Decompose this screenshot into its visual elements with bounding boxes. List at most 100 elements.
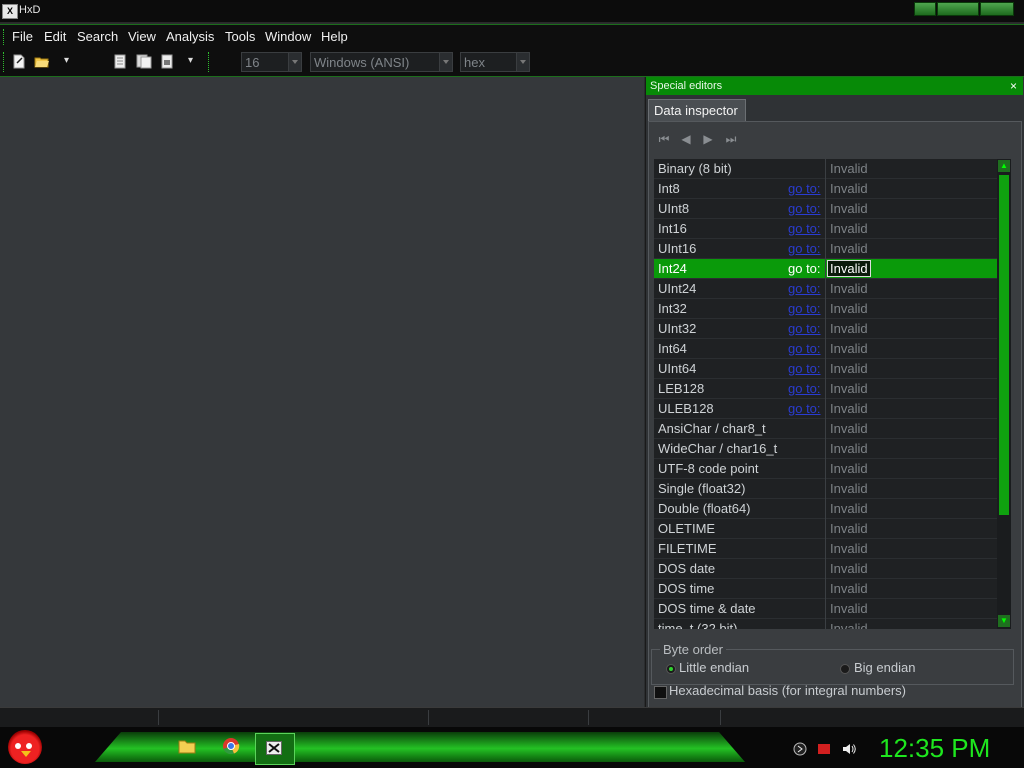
scroll-up-icon[interactable]: ▲ — [998, 160, 1010, 172]
row-value[interactable]: Invalid — [830, 281, 868, 296]
save-all-icon[interactable] — [136, 54, 152, 69]
goto-link[interactable]: go to: — [788, 381, 821, 396]
goto-link[interactable]: go to: — [788, 261, 821, 276]
open-file-icon[interactable] — [34, 54, 50, 69]
menu-view[interactable]: View — [128, 29, 156, 44]
close-icon[interactable]: × — [1010, 77, 1017, 95]
goto-link[interactable]: go to: — [788, 201, 821, 216]
row-value[interactable]: Invalid — [827, 260, 871, 277]
table-row[interactable]: Single (float32) Invalid — [654, 479, 997, 499]
charset-select[interactable]: Windows (ANSI) — [310, 52, 453, 72]
goto-link[interactable]: go to: — [788, 341, 821, 356]
chevron-down-icon[interactable] — [439, 53, 452, 71]
tools-dropdown-arrow[interactable]: ▾ — [188, 55, 193, 66]
little-endian-label[interactable]: Little endian — [679, 660, 749, 675]
row-value[interactable]: Invalid — [830, 541, 868, 556]
row-value[interactable]: Invalid — [830, 181, 868, 196]
save-icon[interactable] — [113, 54, 127, 69]
little-endian-radio[interactable] — [666, 664, 676, 674]
table-row[interactable]: Int64 go to: Invalid — [654, 339, 997, 359]
row-value[interactable]: Invalid — [830, 301, 868, 316]
menu-help[interactable]: Help — [321, 29, 348, 44]
row-value[interactable]: Invalid — [830, 241, 868, 256]
volume-icon[interactable] — [842, 742, 856, 756]
row-value[interactable]: Invalid — [830, 401, 868, 416]
table-row[interactable]: LEB128 go to: Invalid — [654, 379, 997, 399]
flag-icon[interactable] — [817, 742, 831, 756]
maximize-button[interactable] — [937, 2, 979, 16]
last-icon[interactable]: ⏭ — [723, 131, 739, 147]
hxd-app-icon[interactable]: X — [2, 4, 18, 19]
hxd-taskbar-button[interactable] — [255, 733, 295, 765]
row-value[interactable]: Invalid — [830, 601, 868, 616]
goto-link[interactable]: go to: — [788, 361, 821, 376]
table-row[interactable]: UInt64 go to: Invalid — [654, 359, 997, 379]
open-dropdown-arrow[interactable]: ▾ — [64, 55, 69, 66]
goto-link[interactable]: go to: — [788, 181, 821, 196]
menu-tools[interactable]: Tools — [225, 29, 255, 44]
table-row[interactable]: Int8 go to: Invalid — [654, 179, 997, 199]
table-row[interactable]: OLETIME Invalid — [654, 519, 997, 539]
row-value[interactable]: Invalid — [830, 581, 868, 596]
menu-analysis[interactable]: Analysis — [166, 29, 214, 44]
taskbar-clock[interactable]: 12:35 PM — [879, 733, 990, 764]
minimize-button[interactable] — [914, 2, 936, 16]
folder-icon[interactable] — [178, 737, 196, 755]
table-row[interactable]: Int16 go to: Invalid — [654, 219, 997, 239]
hex-basis-checkbox[interactable] — [654, 686, 667, 699]
close-button[interactable] — [980, 2, 1014, 16]
table-row[interactable]: Double (float64) Invalid — [654, 499, 997, 519]
row-value[interactable]: Invalid — [830, 221, 868, 236]
row-value[interactable]: Invalid — [830, 521, 868, 536]
properties-icon[interactable] — [160, 54, 174, 69]
first-icon[interactable]: ⏮ — [656, 131, 672, 147]
previous-icon[interactable]: ◀ — [678, 131, 694, 147]
goto-link[interactable]: go to: — [788, 281, 821, 296]
table-row[interactable]: UInt32 go to: Invalid — [654, 319, 997, 339]
tab-data-inspector[interactable]: Data inspector — [648, 99, 746, 121]
editor-workspace[interactable] — [0, 77, 644, 707]
big-endian-label[interactable]: Big endian — [854, 660, 915, 675]
network-icon[interactable] — [793, 742, 807, 756]
row-value[interactable]: Invalid — [830, 501, 868, 516]
goto-link[interactable]: go to: — [788, 401, 821, 416]
row-value[interactable]: Invalid — [830, 161, 868, 176]
row-value[interactable]: Invalid — [830, 381, 868, 396]
goto-link[interactable]: go to: — [788, 241, 821, 256]
inspector-scrollbar[interactable]: ▲ ▼ — [997, 159, 1011, 629]
menu-file[interactable]: File — [12, 29, 33, 44]
row-value[interactable]: Invalid — [830, 321, 868, 336]
chevron-down-icon[interactable] — [516, 53, 529, 71]
goto-link[interactable]: go to: — [788, 221, 821, 236]
table-row[interactable]: ULEB128 go to: Invalid — [654, 399, 997, 419]
scroll-thumb[interactable] — [999, 175, 1009, 515]
table-row[interactable]: DOS date Invalid — [654, 559, 997, 579]
table-row[interactable]: AnsiChar / char8_t Invalid — [654, 419, 997, 439]
bytes-per-row-select[interactable]: 16 — [241, 52, 302, 72]
goto-link[interactable]: go to: — [788, 321, 821, 336]
table-row[interactable]: Binary (8 bit) Invalid — [654, 159, 997, 179]
row-value[interactable]: Invalid — [830, 341, 868, 356]
table-row[interactable]: FILETIME Invalid — [654, 539, 997, 559]
new-file-icon[interactable] — [12, 54, 26, 69]
table-row[interactable]: UInt8 go to: Invalid — [654, 199, 997, 219]
table-row[interactable]: time_t (32 bit) Invalid — [654, 619, 997, 629]
goto-link[interactable]: go to: — [788, 301, 821, 316]
table-row[interactable]: UInt24 go to: Invalid — [654, 279, 997, 299]
menu-edit[interactable]: Edit — [44, 29, 66, 44]
table-row[interactable]: Int32 go to: Invalid — [654, 299, 997, 319]
big-endian-radio[interactable] — [840, 664, 850, 674]
row-value[interactable]: Invalid — [830, 561, 868, 576]
chrome-icon[interactable] — [222, 737, 240, 755]
next-icon[interactable]: ▶ — [700, 131, 716, 147]
chevron-down-icon[interactable] — [288, 53, 301, 71]
scroll-down-icon[interactable]: ▼ — [998, 615, 1010, 627]
menu-search[interactable]: Search — [77, 29, 118, 44]
row-value[interactable]: Invalid — [830, 441, 868, 456]
table-row[interactable]: Int24 go to: Invalid — [654, 259, 997, 279]
row-value[interactable]: Invalid — [830, 361, 868, 376]
start-icon[interactable] — [8, 730, 42, 764]
menu-window[interactable]: Window — [265, 29, 311, 44]
row-value[interactable]: Invalid — [830, 481, 868, 496]
table-row[interactable]: UInt16 go to: Invalid — [654, 239, 997, 259]
